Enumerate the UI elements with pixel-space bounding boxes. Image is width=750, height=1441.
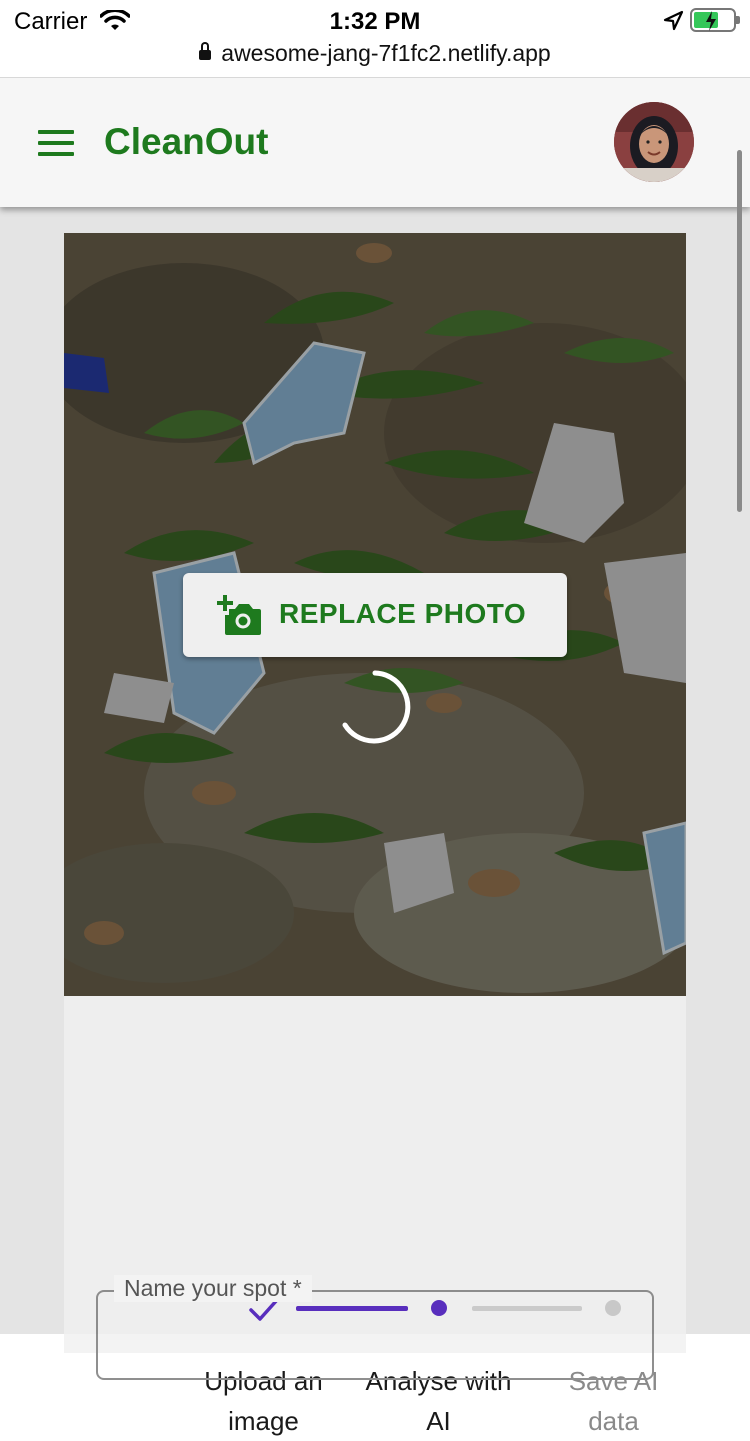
spot-name-input[interactable]: [96, 1290, 654, 1380]
add-a-photo-icon: [217, 595, 261, 640]
avatar[interactable]: [614, 102, 694, 182]
address-bar[interactable]: awesome-jang-7f1fc2.netlify.app: [0, 40, 750, 67]
hamburger-menu-icon[interactable]: [38, 130, 74, 156]
scrollbar[interactable]: [737, 150, 742, 512]
app-bar: CleanOut: [0, 78, 750, 207]
url-text: awesome-jang-7f1fc2.netlify.app: [221, 40, 551, 66]
replace-photo-button[interactable]: REPLACE PHOTO: [183, 573, 567, 657]
app-title: CleanOut: [104, 121, 269, 162]
location-arrow-icon: [662, 10, 684, 37]
replace-photo-label: REPLACE PHOTO: [279, 598, 527, 629]
page: CleanOut Upload an image Analyse with AI…: [0, 78, 750, 1436]
lock-icon: [199, 42, 212, 60]
report-card: Upload an image Analyse with AI Save AI dat…: [64, 233, 686, 1436]
battery-charging-icon: [690, 8, 740, 32]
spot-name-label: Name your spot *: [114, 1275, 312, 1302]
clock: 1:32 PM: [329, 8, 421, 35]
loading-spinner-icon: [335, 667, 415, 747]
status-bar: Carrier 1:32 PM awesome-jang-7f1fc2.netl…: [0, 0, 750, 78]
